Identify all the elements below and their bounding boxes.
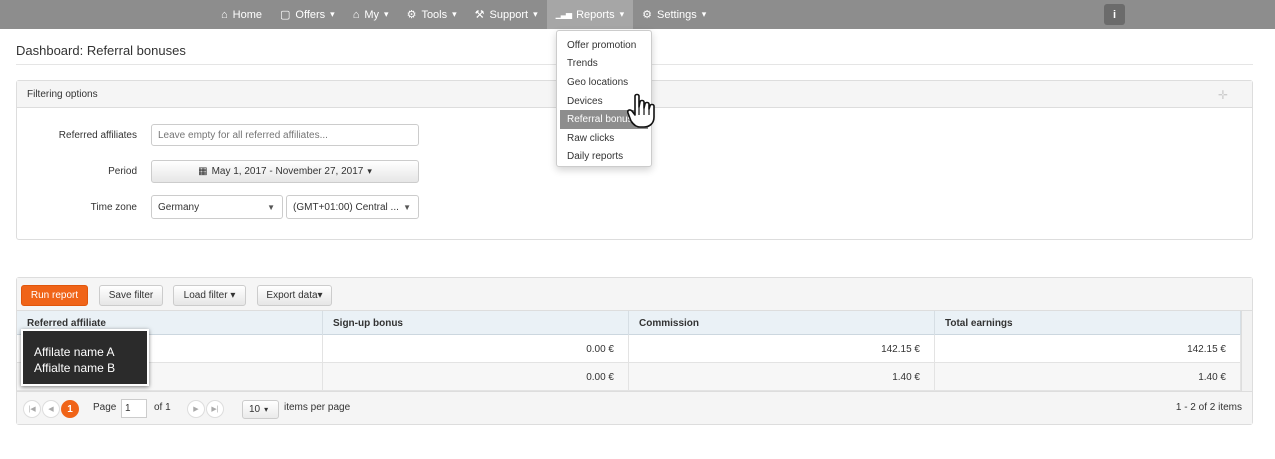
menu-item-offer-promotion[interactable]: Offer promotion (557, 36, 651, 55)
timezone-value: (GMT+01:00) Central ... (293, 201, 399, 213)
dropdown-arrow-icon: ▼ (267, 202, 275, 212)
report-toolbar: Run report Save filter Load filter ▾ Exp… (17, 278, 1252, 311)
load-filter-button[interactable]: Load filter ▾ (173, 285, 246, 306)
nav-support-label: Support (489, 8, 529, 21)
chevron-down-icon: ▾ (533, 9, 538, 19)
referred-affiliates-label: Referred affiliates (58, 129, 137, 141)
chevron-down-icon: ▾ (367, 166, 372, 176)
nav-reports[interactable]: ▁▃▅ Reports ▾ (546, 0, 634, 29)
dropdown-arrow-icon: ▼ (403, 202, 411, 212)
menu-item-raw-clicks[interactable]: Raw clicks (557, 129, 651, 148)
table-header: Referred affiliate Sign-up bonus Commiss… (17, 311, 1241, 335)
next-page-icon[interactable]: ▶ (187, 400, 205, 418)
offers-icon: ▢ (280, 9, 291, 21)
gear-icon: ⚙ (406, 9, 417, 21)
column-header-signup-bonus[interactable]: Sign-up bonus (323, 311, 629, 335)
table-row[interactable]: 0.00 € 1.40 € 1.40 € (17, 363, 1241, 391)
menu-item-trends[interactable]: Trends (557, 55, 651, 74)
period-value: May 1, 2017 - November 27, 2017 (211, 166, 364, 177)
nav-my[interactable]: ⌂ My ▾ (344, 0, 398, 29)
period-label: Period (108, 166, 137, 177)
nav-home-label: Home (232, 8, 262, 21)
wrench-icon: ⚒ (474, 9, 485, 21)
home-icon: ⌂ (221, 8, 228, 21)
period-row: Period ▦ May 1, 2017 - November 27, 2017… (17, 160, 419, 183)
info-icon: i (1112, 8, 1117, 21)
menu-item-geo-locations[interactable]: Geo locations (557, 73, 651, 92)
timezone-select[interactable]: (GMT+01:00) Central ... ▼ (286, 195, 419, 219)
country-select[interactable]: Germany ▼ (151, 195, 283, 219)
nav-tools[interactable]: ⚙ Tools ▾ (398, 0, 466, 29)
nav-my-label: My (364, 8, 380, 21)
country-value: Germany (158, 201, 200, 213)
nav-offers[interactable]: ▢ Offers ▾ (271, 0, 344, 29)
timezone-row: Time zone Germany ▼ (GMT+01:00) Central … (17, 195, 419, 219)
table-cell-signup: 0.00 € (323, 335, 629, 363)
nav-tools-label: Tools (421, 8, 448, 21)
report-grid: Run report Save filter Load filter ▾ Exp… (16, 277, 1253, 425)
chevron-down-icon: ▾ (619, 9, 625, 19)
nav-support[interactable]: ⚒ Support ▾ (466, 0, 547, 29)
nav-home[interactable]: ⌂ Home (212, 0, 271, 29)
page-count-label: of 1 (154, 402, 171, 413)
timezone-label: Time zone (90, 201, 137, 213)
current-page-button[interactable]: 1 (61, 400, 79, 418)
chevron-down-icon: ▾ (384, 9, 389, 19)
gear-icon: ⚙ (642, 9, 652, 21)
previous-page-icon[interactable]: ◀ (42, 400, 60, 418)
home-icon: ⌂ (352, 8, 360, 21)
nav-offers-label: Offers (295, 8, 326, 21)
referred-affiliates-row: Referred affiliates (17, 124, 419, 146)
export-data-button[interactable]: Export data▾ (257, 285, 332, 306)
top-navbar: ⌂ Home ▢ Offers ▾ ⌂ My ▾ ⚙ Tools ▾ ⚒ Sup… (0, 0, 1275, 29)
items-per-page-value: 10 (249, 404, 261, 415)
items-per-page-select[interactable]: 10 ▾ (242, 400, 279, 419)
nav-settings-label: Settings (657, 8, 697, 21)
info-button[interactable]: i (1104, 4, 1125, 25)
nav-menu: ⌂ Home ▢ Offers ▾ ⌂ My ▾ ⚙ Tools ▾ ⚒ Sup… (212, 0, 715, 29)
affiliate-names-tooltip: Affilate name A Affialte name B (21, 329, 149, 386)
move-icon[interactable]: ✛ (1218, 88, 1228, 102)
period-picker-button[interactable]: ▦ May 1, 2017 - November 27, 2017 ▾ (151, 160, 419, 183)
chevron-down-icon: ▾ (701, 9, 707, 19)
chevron-down-icon: ▾ (452, 9, 457, 19)
table-row[interactable]: 0.00 € 142.15 € 142.15 € (17, 335, 1241, 363)
table-cell-commission: 142.15 € (629, 335, 935, 363)
save-filter-button[interactable]: Save filter (99, 285, 163, 306)
pager: |◀ ◀ 1 Page 1 of 1 ▶ ▶| 10 ▾ items per p… (17, 391, 1252, 424)
table-cell-signup: 0.00 € (323, 363, 629, 391)
chevron-down-icon: ▾ (264, 405, 269, 414)
tooltip-line: Affialte name B (34, 361, 116, 375)
vertical-scrollbar[interactable] (1241, 311, 1252, 391)
table-cell-total: 1.40 € (935, 363, 1241, 391)
bar-chart-icon: ▁▃▅ (555, 10, 573, 19)
nav-settings[interactable]: ⚙ Settings ▾ (633, 0, 715, 29)
run-report-button[interactable]: Run report (21, 285, 88, 306)
calendar-icon: ▦ (198, 166, 208, 177)
column-header-commission[interactable]: Commission (629, 311, 935, 335)
tooltip-line: Affilate name A (34, 345, 115, 359)
page-number-input[interactable]: 1 (121, 399, 147, 418)
nav-reports-label: Reports (576, 8, 615, 21)
menu-item-daily-reports[interactable]: Daily reports (557, 148, 651, 167)
page-label: Page (93, 402, 117, 413)
items-per-page-label: items per page (284, 402, 351, 413)
hand-pointer-icon (627, 93, 655, 128)
chevron-down-icon: ▾ (330, 9, 335, 19)
table-cell-total: 142.15 € (935, 335, 1241, 363)
last-page-icon[interactable]: ▶| (206, 400, 224, 418)
referred-affiliates-input[interactable] (151, 124, 419, 146)
pager-summary: 1 - 2 of 2 items (1175, 402, 1242, 413)
table-cell-commission: 1.40 € (629, 363, 935, 391)
page-title: Dashboard: Referral bonuses (16, 43, 186, 58)
column-header-total-earnings[interactable]: Total earnings (935, 311, 1241, 335)
filter-panel-title: Filtering options (27, 88, 98, 100)
first-page-icon[interactable]: |◀ (23, 400, 41, 418)
